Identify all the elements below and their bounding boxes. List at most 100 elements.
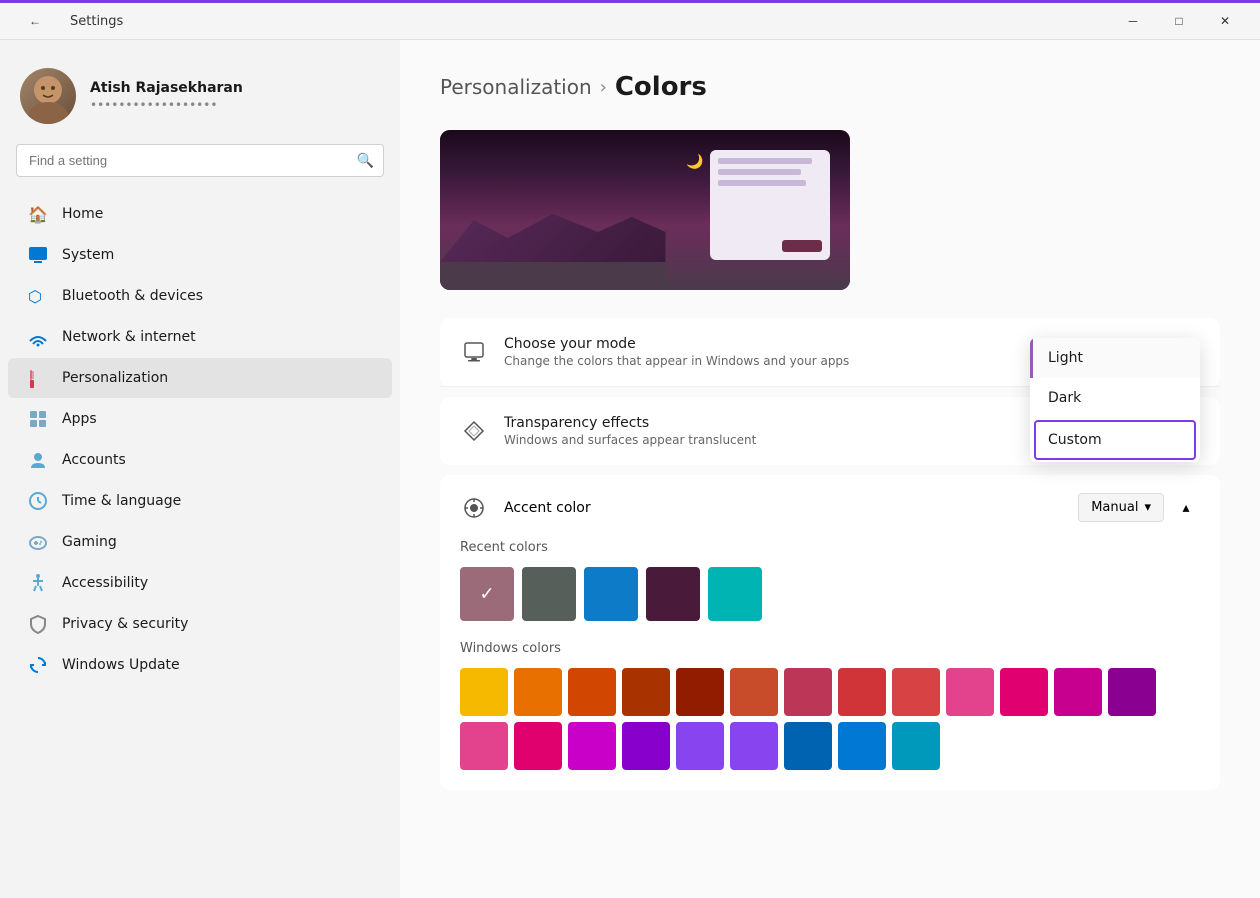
app-title: Settings <box>70 14 123 29</box>
accent-card: Accent color Manual ▾ ▴ Recent colors <box>440 475 1220 790</box>
dropdown-item-dark[interactable]: Dark <box>1030 378 1200 418</box>
win-color-r0[interactable] <box>460 722 508 770</box>
accent-icon <box>460 494 488 522</box>
back-button[interactable]: ← <box>12 1 58 41</box>
minimize-button[interactable]: ─ <box>1110 1 1156 41</box>
sidebar-item-accounts[interactable]: Accounts <box>8 440 392 480</box>
avatar <box>20 68 76 124</box>
sidebar-item-privacy[interactable]: Privacy & security <box>8 604 392 644</box>
sidebar: Atish Rajasekharan •••••••••••••••••• 🔍 … <box>0 40 400 898</box>
win-color-r8[interactable] <box>892 722 940 770</box>
sidebar-item-gaming[interactable]: Gaming <box>8 522 392 562</box>
breadcrumb-current: Colors <box>615 72 707 102</box>
breadcrumb-separator: › <box>600 77 607 98</box>
accent-mode-label: Manual <box>1091 500 1138 515</box>
win-color-1[interactable] <box>514 668 562 716</box>
win-color-2[interactable] <box>568 668 616 716</box>
sidebar-item-time[interactable]: Time & language <box>8 481 392 521</box>
sidebar-item-bluetooth[interactable]: ⬡ Bluetooth & devices <box>8 276 392 316</box>
win-color-r1[interactable] <box>514 722 562 770</box>
theme-preview: 🌙 <box>440 130 850 290</box>
win-color-9[interactable] <box>946 668 994 716</box>
preview-window <box>710 150 830 260</box>
win-color-3[interactable] <box>622 668 670 716</box>
app-container: Atish Rajasekharan •••••••••••••••••• 🔍 … <box>0 40 1260 898</box>
preview-line-3 <box>718 180 806 186</box>
transparency-icon <box>460 417 488 445</box>
chevron-up-icon: ▴ <box>1182 500 1189 516</box>
win-color-7[interactable] <box>838 668 886 716</box>
sidebar-label-personalization: Personalization <box>62 370 168 386</box>
win-color-8[interactable] <box>892 668 940 716</box>
mode-icon <box>460 338 488 366</box>
sidebar-item-home[interactable]: 🏠 Home <box>8 194 392 234</box>
recent-color-0[interactable] <box>460 567 514 621</box>
dropdown-item-light[interactable]: Light <box>1030 338 1200 378</box>
win-color-10[interactable] <box>1000 668 1048 716</box>
recent-colors-label: Recent colors <box>460 540 1200 555</box>
win-color-r3[interactable] <box>622 722 670 770</box>
sidebar-item-network[interactable]: Network & internet <box>8 317 392 357</box>
accent-title: Accent color <box>504 500 1062 516</box>
win-color-r6[interactable] <box>784 722 832 770</box>
sidebar-label-update: Windows Update <box>62 657 180 673</box>
accent-collapse-button[interactable]: ▴ <box>1172 494 1200 522</box>
sidebar-label-privacy: Privacy & security <box>62 616 188 632</box>
recent-color-4[interactable] <box>708 567 762 621</box>
dark-option-label: Dark <box>1048 390 1081 406</box>
user-name: Atish Rajasekharan <box>90 80 243 96</box>
sidebar-item-apps[interactable]: Apps <box>8 399 392 439</box>
preview-moon: 🌙 <box>686 154 703 170</box>
sidebar-nav: 🏠 Home System ⬡ Bluetooth & d <box>0 193 400 686</box>
user-info: Atish Rajasekharan •••••••••••••••••• <box>90 80 243 112</box>
recent-color-1[interactable] <box>522 567 576 621</box>
windows-colors-grid <box>460 668 1200 770</box>
apps-icon <box>28 409 48 429</box>
sidebar-label-time: Time & language <box>62 493 181 509</box>
mode-dropdown-menu: Light Dark Custom <box>1030 338 1200 462</box>
custom-option-label: Custom <box>1048 432 1102 448</box>
win-color-r2[interactable] <box>568 722 616 770</box>
preview-background: 🌙 <box>440 130 850 290</box>
sidebar-item-system[interactable]: System <box>8 235 392 275</box>
user-section: Atish Rajasekharan •••••••••••••••••• <box>0 56 400 144</box>
mode-card: Choose your mode Change the colors that … <box>440 318 1220 387</box>
sidebar-item-personalization[interactable]: Personalization <box>8 358 392 398</box>
user-email: •••••••••••••••••• <box>90 98 243 112</box>
accent-controls: Manual ▾ ▴ <box>1078 493 1200 522</box>
sidebar-item-update[interactable]: Windows Update <box>8 645 392 685</box>
dropdown-item-custom[interactable]: Custom <box>1034 420 1196 460</box>
win-color-11[interactable] <box>1054 668 1102 716</box>
bluetooth-icon: ⬡ <box>28 286 48 306</box>
breadcrumb: Personalization › Colors <box>440 72 1220 102</box>
sidebar-label-accounts: Accounts <box>62 452 126 468</box>
win-color-r5[interactable] <box>730 722 778 770</box>
search-input[interactable] <box>16 144 384 177</box>
win-color-r7[interactable] <box>838 722 886 770</box>
win-color-6[interactable] <box>784 668 832 716</box>
accent-mode-dropdown[interactable]: Manual ▾ <box>1078 493 1164 522</box>
sidebar-label-bluetooth: Bluetooth & devices <box>62 288 203 304</box>
recent-color-2[interactable] <box>584 567 638 621</box>
personalization-icon <box>28 368 48 388</box>
windows-colors-label: Windows colors <box>460 641 1200 656</box>
win-color-r4[interactable] <box>676 722 724 770</box>
chevron-down-icon: ▾ <box>1144 500 1151 515</box>
accent-body: Recent colors Windows colors <box>440 540 1220 790</box>
win-color-12[interactable] <box>1108 668 1156 716</box>
win-color-0[interactable] <box>460 668 508 716</box>
preview-ground <box>440 262 666 290</box>
sidebar-item-accessibility[interactable]: Accessibility <box>8 563 392 603</box>
win-color-4[interactable] <box>676 668 724 716</box>
gaming-icon <box>28 532 48 552</box>
network-icon <box>28 327 48 347</box>
search-box[interactable]: 🔍 <box>16 144 384 177</box>
win-color-5[interactable] <box>730 668 778 716</box>
avatar-image <box>20 68 76 124</box>
window-controls: ─ □ ✕ <box>1110 1 1248 41</box>
home-icon: 🏠 <box>28 204 48 224</box>
recent-color-3[interactable] <box>646 567 700 621</box>
maximize-button[interactable]: □ <box>1156 1 1202 41</box>
close-button[interactable]: ✕ <box>1202 1 1248 41</box>
preview-line-1 <box>718 158 812 164</box>
